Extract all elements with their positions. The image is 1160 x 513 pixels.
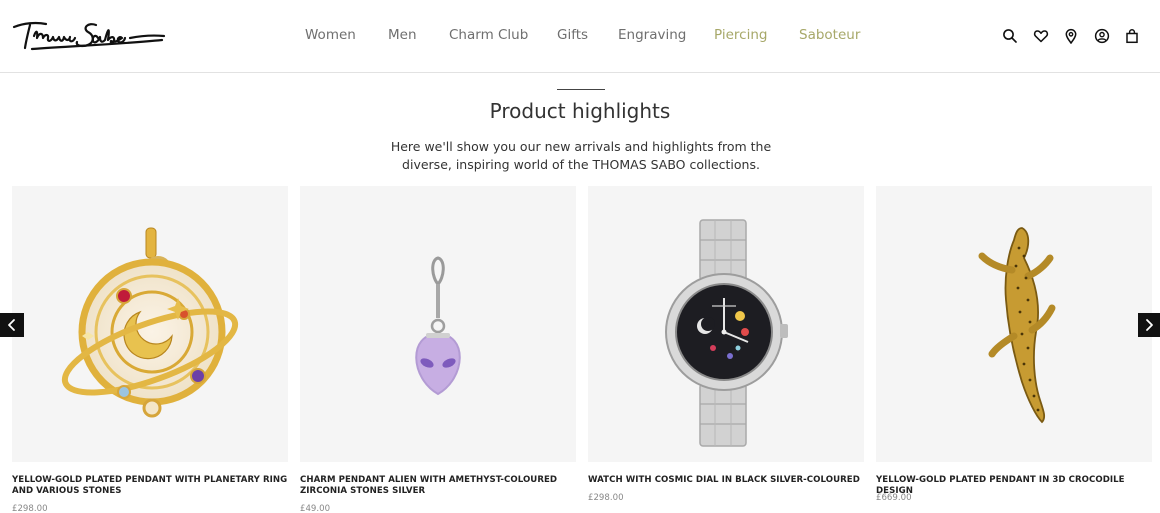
product-title[interactable]: YELLOW-GOLD PLATED PENDANT IN 3D CROCODI… [876,475,1152,497]
section-intro: Here we'll show you our new arrivals and… [380,138,782,174]
product-carousel: YELLOW-GOLD PLATED PENDANT WITH PLANETAR… [0,186,1160,513]
product-title[interactable]: CHARM PENDANT ALIEN WITH AMETHYST-COLOUR… [300,475,576,497]
header-icons [0,28,1160,44]
search-icon[interactable] [1002,28,1018,44]
product-image[interactable] [300,186,576,462]
section-title: Product highlights [489,99,671,123]
product-price: £49.00 [300,504,331,513]
site-header: Women Men Charm Club Gifts Engraving Pie… [0,0,1160,73]
product-card[interactable]: WATCH WITH COSMIC DIAL IN BLACK SILVER-C… [588,186,864,513]
section-intro-line-2: diverse, inspiring world of the THOMAS S… [402,157,760,172]
product-price: £669.00 [876,493,912,503]
heart-icon[interactable] [1033,28,1049,44]
product-image[interactable] [588,186,864,462]
product-price: £298.00 [12,504,48,513]
account-icon[interactable] [1094,28,1110,44]
carousel-prev-button[interactable] [0,313,24,337]
product-card[interactable]: YELLOW-GOLD PLATED PENDANT IN 3D CROCODI… [876,186,1152,513]
chevron-right-icon [1146,319,1153,331]
product-card[interactable]: YELLOW-GOLD PLATED PENDANT WITH PLANETAR… [12,186,288,513]
section-intro-line-1: Here we'll show you our new arrivals and… [390,139,772,154]
product-card[interactable]: CHARM PENDANT ALIEN WITH AMETHYST-COLOUR… [300,186,576,513]
product-image[interactable] [876,186,1152,462]
product-title[interactable]: YELLOW-GOLD PLATED PENDANT WITH PLANETAR… [12,475,288,497]
product-price: £298.00 [588,493,624,503]
location-pin-icon[interactable] [1063,28,1079,44]
chevron-left-icon [8,319,15,331]
product-image[interactable] [12,186,288,462]
carousel-next-button[interactable] [1138,313,1160,337]
product-title[interactable]: WATCH WITH COSMIC DIAL IN BLACK SILVER-C… [588,475,864,486]
section-divider [557,89,605,90]
shopping-bag-icon[interactable] [1124,28,1140,44]
